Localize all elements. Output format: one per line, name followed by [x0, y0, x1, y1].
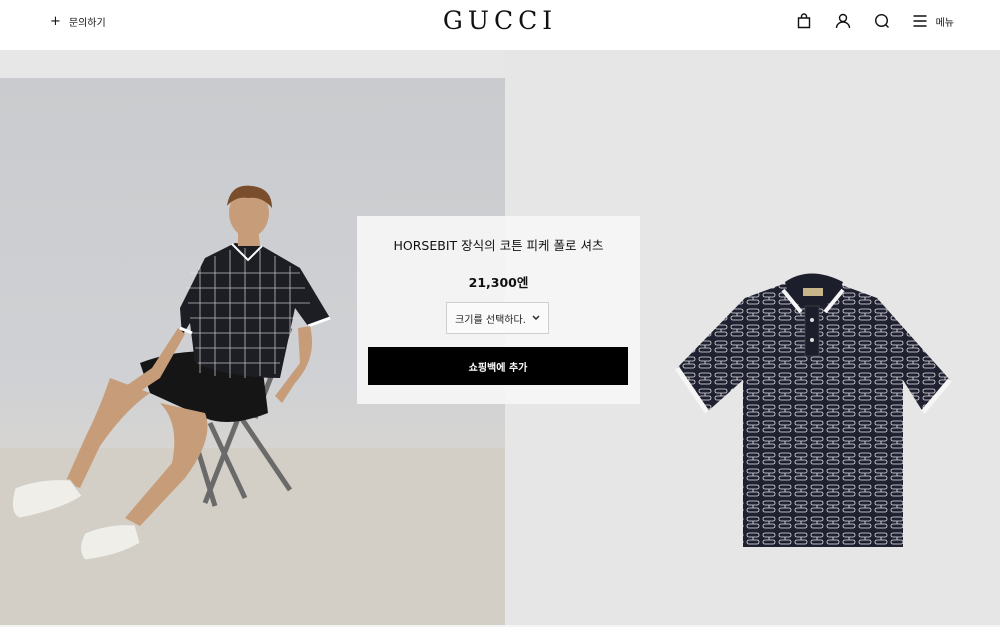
menu-button[interactable]: 메뉴 [911, 12, 954, 30]
header-actions: 메뉴 [795, 12, 954, 30]
search-icon[interactable] [873, 12, 891, 30]
chevron-down-icon [532, 315, 540, 320]
shopping-bag-icon[interactable] [795, 12, 813, 30]
menu-icon [913, 15, 927, 27]
menu-label: 메뉴 [935, 17, 954, 29]
product-hero: HORSEBIT 장식의 코튼 피케 폴로 셔츠 21,300엔 크기를 선택하… [0, 50, 1000, 627]
size-select[interactable]: 크기를 선택하다. [446, 302, 549, 334]
add-to-bag-button[interactable]: 쇼핑백에 추가 [368, 347, 628, 385]
product-title: HORSEBIT 장식의 코튼 피케 폴로 셔츠 [393, 238, 604, 253]
account-icon[interactable] [834, 12, 852, 30]
size-select-label: 크기를 선택하다. [455, 314, 526, 326]
product-price: 21,300엔 [468, 275, 529, 290]
site-header: + 문의하기 GUCCI 메뉴 [0, 0, 1000, 50]
product-info-card: HORSEBIT 장식의 코튼 피케 폴로 셔츠 21,300엔 크기를 선택하… [357, 216, 640, 404]
